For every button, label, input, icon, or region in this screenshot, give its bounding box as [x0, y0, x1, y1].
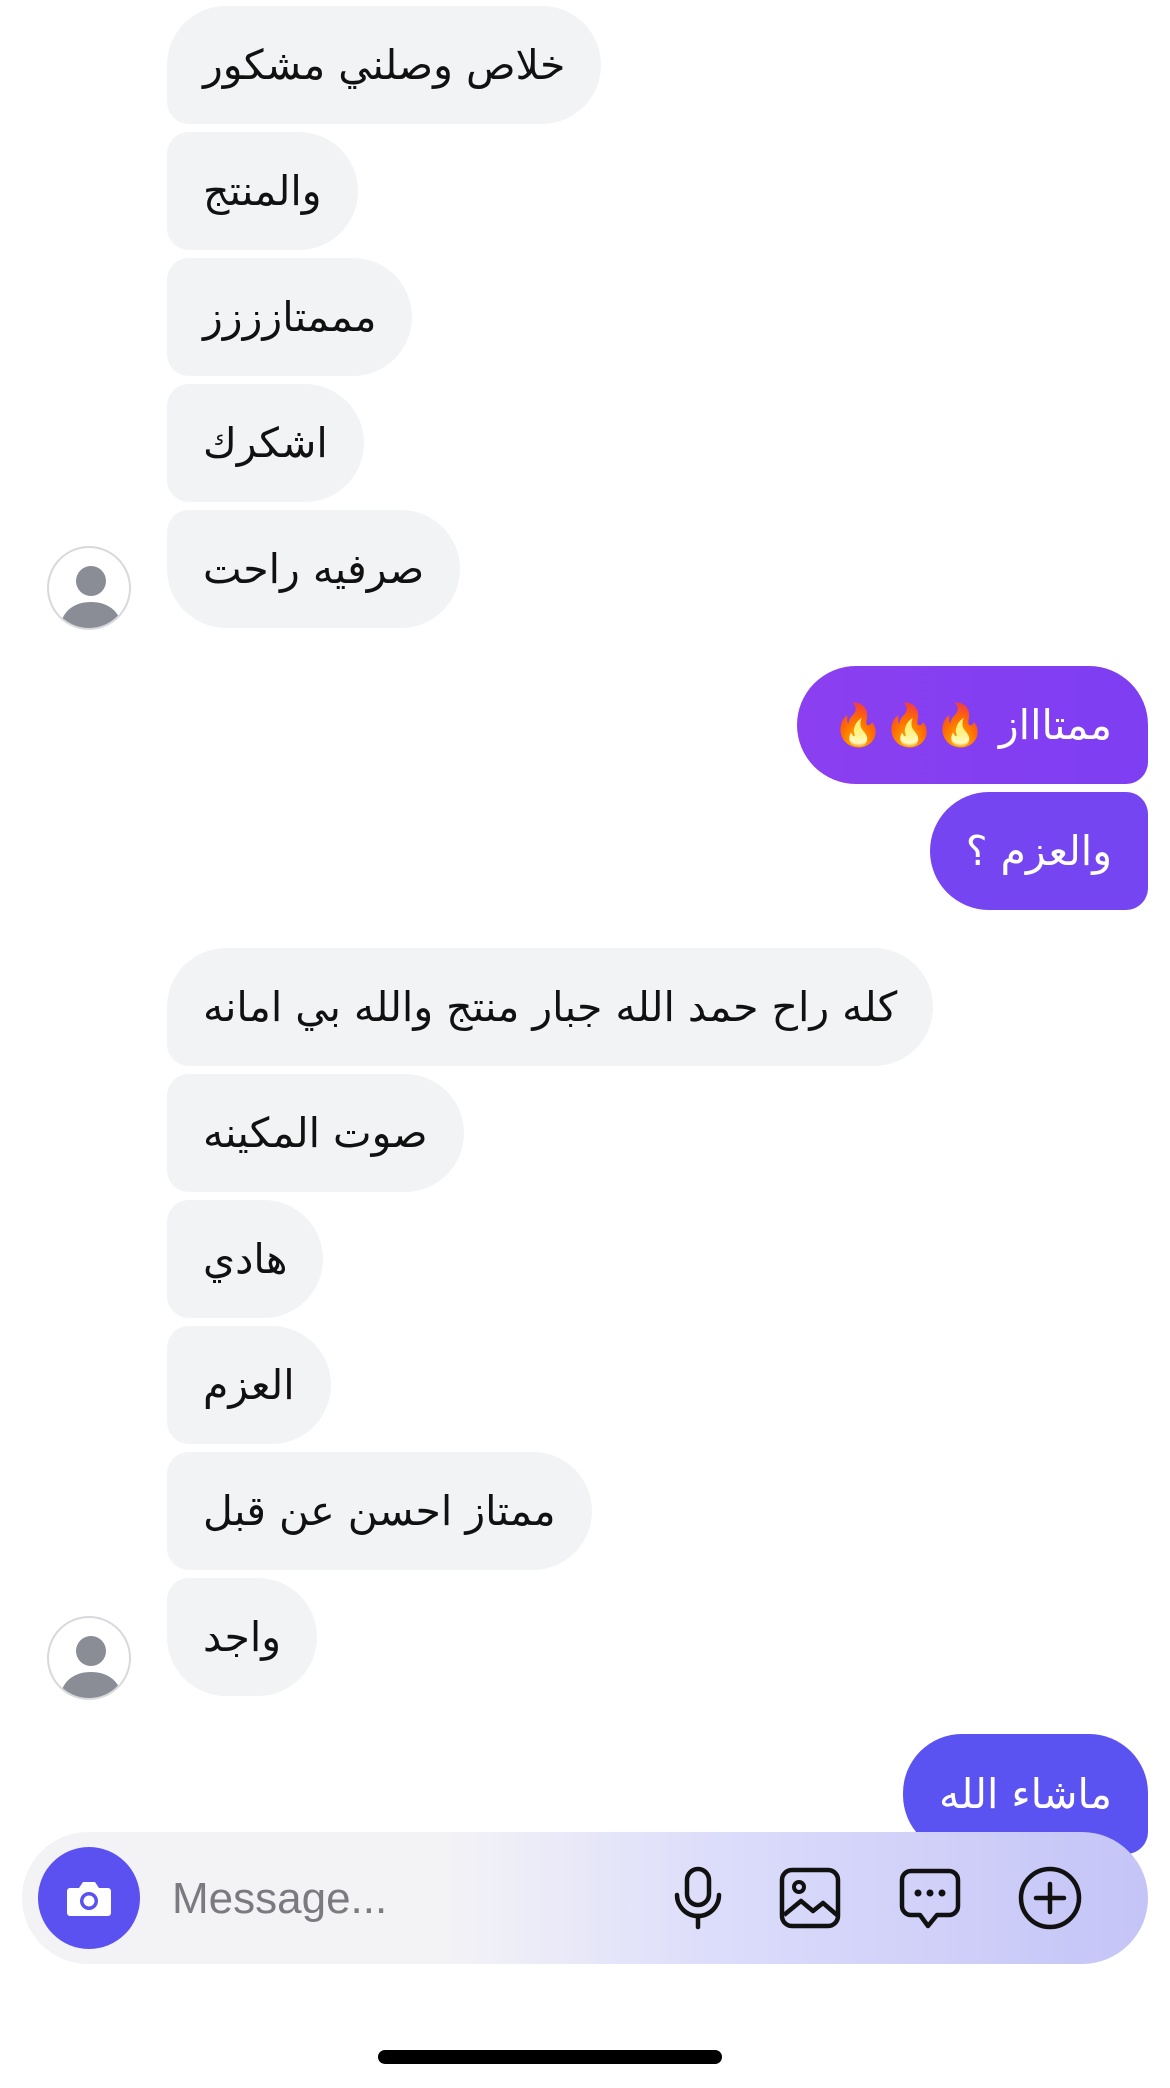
incoming-message[interactable]: صوت المكينه — [167, 1074, 464, 1192]
incoming-message[interactable]: هادي — [167, 1200, 324, 1318]
message-text: مممتازززز — [203, 293, 377, 341]
message-text: صوت المكينه — [203, 1109, 428, 1157]
camera-button[interactable] — [38, 1847, 140, 1949]
sender-avatar[interactable] — [47, 1616, 131, 1700]
incoming-message[interactable]: العزم — [167, 1326, 331, 1444]
message-text: خلاص وصلني مشكور — [203, 41, 566, 89]
sticker-icon — [899, 1868, 961, 1929]
message-text: والعزم ؟ — [965, 827, 1112, 875]
person-icon — [59, 1636, 123, 1698]
incoming-message[interactable]: مممتازززز — [167, 258, 413, 376]
gallery-icon — [779, 1867, 841, 1929]
voice-message-button[interactable] — [662, 1862, 734, 1934]
sticker-button[interactable] — [894, 1862, 966, 1934]
message-text: العزم — [203, 1361, 295, 1409]
incoming-message[interactable]: ممتاز احسن عن قبل — [167, 1452, 592, 1570]
message-text: اشكرك — [203, 419, 328, 467]
message-text: صرفيه راحت — [203, 545, 425, 593]
incoming-message[interactable]: خلاص وصلني مشكور — [167, 6, 602, 124]
add-button[interactable] — [1014, 1862, 1086, 1934]
microphone-icon — [674, 1866, 722, 1930]
message-text: والمنتج — [203, 167, 322, 215]
sender-avatar[interactable] — [47, 546, 131, 630]
message-text: ماشاء الله — [938, 1770, 1112, 1818]
message-input[interactable] — [170, 1864, 604, 1934]
message-text: ممتاااز 🔥🔥🔥 — [832, 700, 1112, 749]
message-text: ممتاز احسن عن قبل — [203, 1487, 556, 1535]
add-icon — [1018, 1866, 1082, 1930]
message-composer — [22, 1832, 1148, 1964]
incoming-message[interactable]: اشكرك — [167, 384, 364, 502]
home-indicator[interactable] — [378, 2050, 722, 2064]
outgoing-message[interactable]: والعزم ؟ — [929, 792, 1148, 910]
gallery-button[interactable] — [774, 1862, 846, 1934]
incoming-message[interactable]: واجد — [167, 1578, 318, 1696]
incoming-message[interactable]: كله راح حمد الله جبار منتج والله بي امان… — [167, 948, 934, 1066]
camera-icon — [67, 1882, 111, 1916]
incoming-message[interactable]: والمنتج — [167, 132, 358, 250]
message-text: هادي — [203, 1235, 288, 1283]
message-text: واجد — [203, 1613, 282, 1661]
person-icon — [59, 566, 123, 628]
message-text: كله راح حمد الله جبار منتج والله بي امان… — [203, 983, 898, 1031]
outgoing-message[interactable]: ممتاااز 🔥🔥🔥 — [796, 666, 1148, 784]
incoming-message[interactable]: صرفيه راحت — [167, 510, 461, 628]
